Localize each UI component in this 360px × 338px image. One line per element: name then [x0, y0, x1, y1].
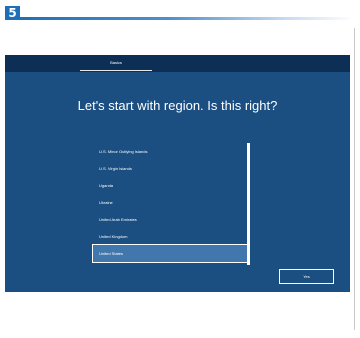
yes-button[interactable]: Yes: [279, 269, 334, 284]
tab-active-indicator: [80, 70, 152, 71]
step-number-badge: 5: [5, 6, 20, 20]
oobe-screen: Basics Let's start with region. Is this …: [5, 55, 350, 292]
list-item-uganda[interactable]: Uganda: [93, 177, 249, 194]
tab-basics[interactable]: Basics: [80, 55, 152, 72]
step-header: 5: [5, 6, 355, 20]
scroll-down-arrow-icon[interactable]: [247, 261, 250, 265]
region-list[interactable]: U.S. Minor Outlying Islands U.S. Virgin …: [92, 143, 253, 265]
tab-basics-label: Basics: [110, 60, 122, 65]
list-item-united-arab-emirates[interactable]: United Arab Emirates: [93, 211, 249, 228]
list-item-ukraine[interactable]: Ukraine: [93, 194, 249, 211]
page-side-border: [354, 28, 355, 330]
scrollbar-thumb[interactable]: [247, 143, 250, 261]
top-bar: Basics: [5, 55, 350, 72]
list-item-us-minor-outlying-islands[interactable]: U.S. Minor Outlying Islands: [93, 143, 249, 160]
list-item-us-virgin-islands[interactable]: U.S. Virgin Islands: [93, 160, 249, 177]
page-title: Let's start with region. Is this right?: [77, 98, 278, 113]
list-item-united-states-selected[interactable]: United States: [92, 244, 250, 263]
list-item-united-kingdom[interactable]: United Kingdom: [93, 228, 249, 245]
step-divider: [20, 17, 355, 20]
region-list-scrollbar[interactable]: [247, 143, 252, 265]
